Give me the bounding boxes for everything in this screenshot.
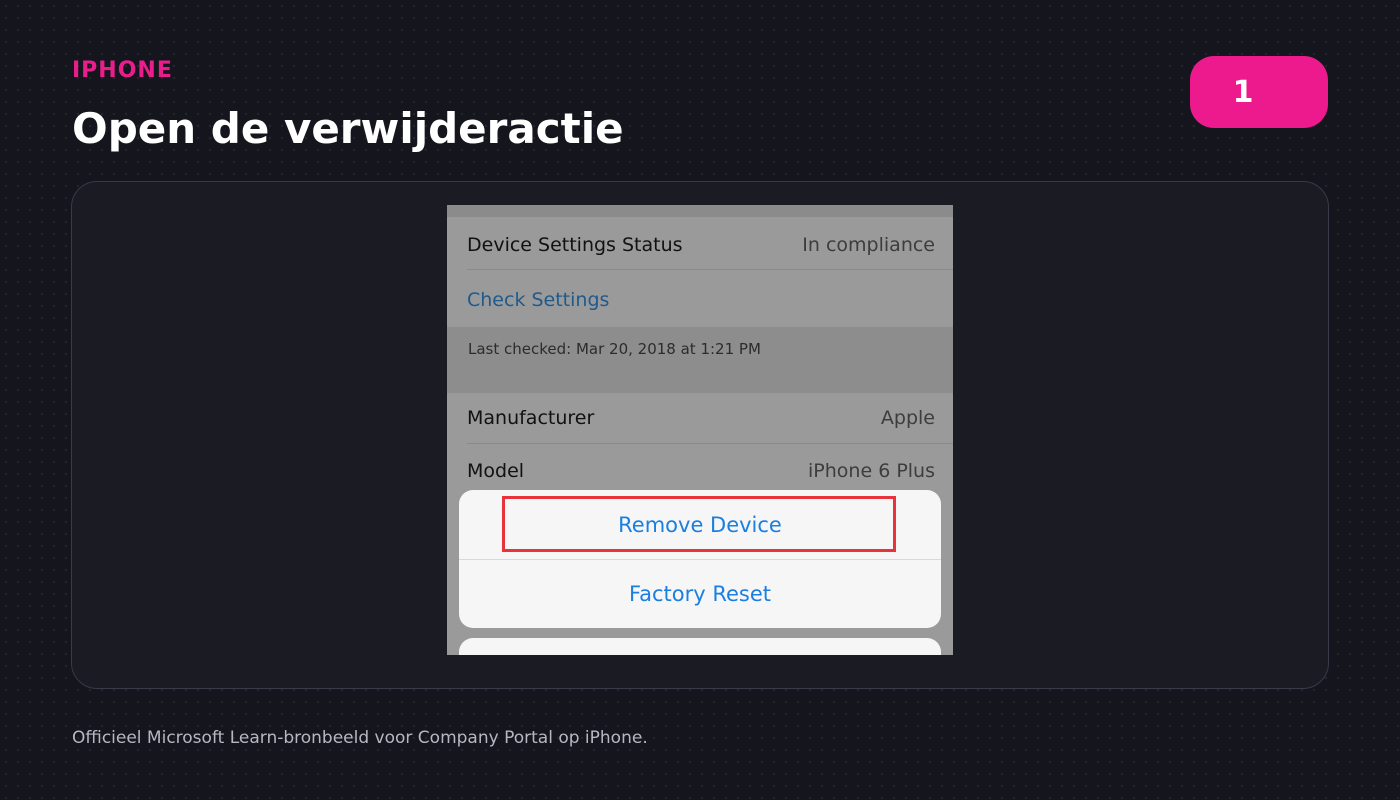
cancel-sheet[interactable]: [459, 638, 941, 655]
page-title: Open de verwijderactie: [72, 104, 624, 153]
phone-screenshot: Device Settings Status In compliance Che…: [447, 205, 953, 655]
remove-device-highlight: [502, 496, 896, 552]
step-number: 1: [1232, 74, 1254, 110]
row-divider: [467, 443, 953, 444]
manufacturer-value: Apple: [880, 407, 935, 429]
model-value: iPhone 6 Plus: [808, 460, 935, 482]
group-gap: [447, 327, 953, 393]
settings-status-value: In compliance: [802, 234, 935, 256]
manufacturer-label: Manufacturer: [467, 407, 595, 429]
check-settings-row[interactable]: Check Settings: [447, 274, 953, 326]
last-checked-text: Last checked: Mar 20, 2018 at 1:21 PM: [468, 340, 761, 358]
manufacturer-row: Manufacturer Apple: [447, 392, 953, 444]
model-label: Model: [467, 460, 525, 482]
top-strip: [447, 205, 953, 217]
image-caption: Officieel Microsoft Learn-bronbeeld voor…: [72, 728, 648, 748]
settings-status-row: Device Settings Status In compliance: [447, 219, 953, 271]
settings-status-label: Device Settings Status: [467, 234, 683, 256]
section-eyebrow: IPHONE: [72, 58, 173, 83]
row-divider: [467, 269, 953, 270]
action-sheet: Remove Device Factory Reset: [459, 490, 941, 628]
step-badge: 1: [1190, 56, 1328, 128]
factory-reset-button[interactable]: Factory Reset: [459, 559, 941, 628]
check-settings-link[interactable]: Check Settings: [467, 289, 609, 311]
